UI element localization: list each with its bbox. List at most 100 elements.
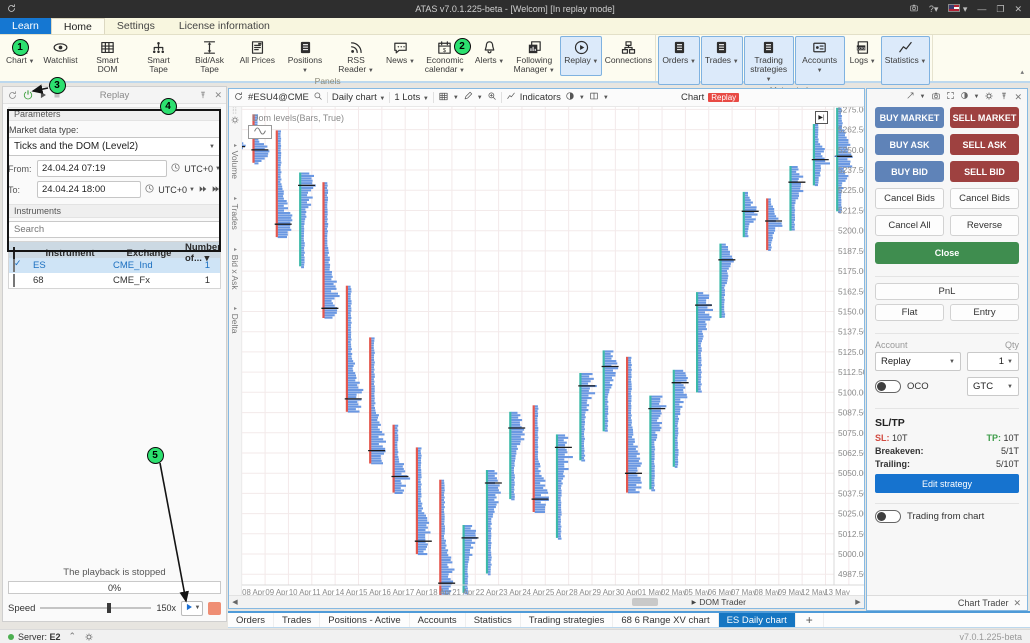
instruments-section-header[interactable]: Instruments [8, 204, 221, 218]
indicator-icon-box[interactable] [248, 125, 272, 139]
buy-market-button[interactable]: BUY MARKET [875, 107, 944, 128]
gear-icon[interactable] [984, 91, 994, 104]
lots-select[interactable]: 1 Lots ▼ [394, 92, 428, 103]
ribbon-button-replay[interactable]: Replay ▼ [560, 36, 602, 76]
to-datetime-input[interactable]: 24.04.24 18:00 [37, 181, 141, 198]
add-tab-button[interactable]: + [796, 613, 824, 627]
close-tab-icon[interactable]: ✕ [1013, 598, 1021, 609]
scroll-left-icon[interactable]: ◀ [229, 598, 241, 606]
sell-ask-button[interactable]: SELL ASK [950, 134, 1019, 155]
from-datetime-input[interactable]: 24.04.24 07:19 [37, 160, 167, 177]
timeframe-select[interactable]: Daily chart ▼ [332, 92, 385, 103]
ribbon-collapse-icon[interactable]: ▴ [1020, 68, 1024, 76]
tab-trades[interactable]: Trades [274, 613, 320, 627]
close-button[interactable]: ✕ [1014, 4, 1022, 15]
tab-positions-active[interactable]: Positions - Active [320, 613, 409, 627]
column-header-instrument[interactable]: Instrument [27, 248, 113, 259]
speed-slider-thumb[interactable] [107, 603, 111, 613]
buy-ask-button[interactable]: BUY ASK [875, 134, 944, 155]
scroll-right-icon[interactable]: ▶ [852, 598, 864, 606]
to-timezone-select[interactable]: UTC+0▼ [158, 185, 195, 195]
collapsed-panel-bid-x-ask[interactable]: Bid x Ask [230, 246, 240, 290]
tab-trading-strategies[interactable]: Trading strategies [521, 613, 614, 627]
pin-icon[interactable] [999, 91, 1009, 104]
scrollbar-thumb[interactable] [632, 598, 658, 606]
buy-bid-button[interactable]: BUY BID [875, 161, 944, 182]
zoom-icon[interactable] [487, 91, 497, 104]
sell-bid-button[interactable]: SELL BID [950, 161, 1019, 182]
account-select[interactable]: Replay▼ [875, 352, 961, 371]
ribbon-button-accounts[interactable]: Accounts ▼ [795, 36, 845, 85]
go-to-latest-icon[interactable]: ▶| [815, 111, 828, 124]
pin-icon[interactable] [198, 90, 208, 101]
expand-icon[interactable] [946, 91, 955, 103]
language-flag-icon[interactable]: ▾ [948, 4, 967, 15]
search-input[interactable] [9, 222, 220, 237]
qty-select[interactable]: 1▼ [967, 352, 1019, 371]
resize-icon[interactable] [906, 91, 915, 103]
cancel-bids-button-2[interactable]: Cancel Bids [950, 188, 1019, 209]
drawing-tools-icon[interactable] [463, 91, 473, 104]
flat-button[interactable]: Flat [875, 304, 944, 321]
table-row[interactable]: 68CME_Fx1 [9, 273, 220, 288]
ribbon-button-watchlist[interactable]: Watchlist [39, 36, 81, 76]
ribbon-button-trading-strategies[interactable]: Trading strategies ▼ [744, 36, 794, 85]
indicators-button[interactable]: Indicators [520, 92, 561, 103]
tab-accounts[interactable]: Accounts [410, 613, 466, 627]
layout-icon[interactable] [589, 91, 599, 104]
tab-orders[interactable]: Orders [228, 613, 274, 627]
entry-button[interactable]: Entry [950, 304, 1019, 321]
theme-icon[interactable] [565, 91, 575, 104]
camera-icon[interactable] [931, 91, 941, 104]
close-position-button[interactable]: Close [875, 242, 1019, 264]
start-playback-button[interactable]: ▼ [181, 601, 203, 616]
clock-icon[interactable] [170, 162, 181, 175]
templates-icon[interactable] [438, 91, 449, 105]
speed-slider[interactable] [40, 607, 151, 609]
stop-playback-button[interactable] [208, 602, 221, 615]
market-data-type-select[interactable]: Ticks and the DOM (Level2) ▼ [8, 137, 221, 156]
price-chart[interactable]: 5275.005262.505250.005237.505225.005212.… [242, 107, 864, 595]
collapse-icon[interactable]: ⌃ [69, 631, 77, 642]
row-checkbox[interactable] [9, 275, 27, 286]
reverse-button[interactable]: Reverse [950, 215, 1019, 236]
scrollbar-track[interactable] [241, 596, 852, 608]
close-panel-icon[interactable]: ✕ [214, 90, 222, 101]
from-timezone-select[interactable]: UTC+0▼ [184, 164, 221, 174]
collapsed-panel-trades[interactable]: Trades [230, 195, 240, 230]
theme-circle-icon[interactable] [960, 91, 969, 103]
ribbon-button-all-prices[interactable]: All Prices [236, 36, 279, 76]
tab-statistics[interactable]: Statistics [466, 613, 521, 627]
ribbon-tab-home[interactable]: Home [51, 18, 105, 34]
skip-to-end-icon[interactable] [211, 184, 221, 196]
ribbon-button-logs[interactable]: LOGLogs ▼ [846, 36, 880, 85]
oco-toggle[interactable] [875, 380, 901, 393]
gear-icon[interactable] [84, 632, 94, 642]
ribbon-tab-learn[interactable]: Learn [0, 18, 51, 34]
collapsed-panel-delta[interactable]: Delta [230, 305, 240, 334]
close-panel-icon[interactable]: ✕ [1014, 92, 1022, 103]
ribbon-button-smart-dom[interactable]: Smart DOM [83, 36, 133, 76]
ribbon-button-trades[interactable]: Trades ▼ [701, 36, 743, 85]
chart-plot-area[interactable]: 5275.005262.505250.005237.505225.005212.… [242, 107, 864, 595]
ribbon-button-smart-tape[interactable]: Smart Tape [134, 36, 184, 76]
cancel-bids-button[interactable]: Cancel Bids [875, 188, 944, 209]
fast-forward-icon[interactable] [198, 184, 208, 196]
ribbon-button-statistics[interactable]: Statistics ▼ [881, 36, 931, 85]
ribbon-tab-settings[interactable]: Settings [105, 18, 167, 34]
cancel-all-button[interactable]: Cancel All [875, 215, 944, 236]
collapsed-panel-volume[interactable]: Volume [230, 142, 240, 179]
sell-market-button[interactable]: SELL MARKET [950, 107, 1019, 128]
symbol-label[interactable]: #ESU4@CME [248, 92, 309, 103]
parameters-section-header[interactable]: Parameters [8, 107, 221, 121]
search-icon[interactable] [313, 91, 323, 104]
restore-button[interactable]: ❐ [996, 4, 1004, 15]
trading-from-chart-toggle[interactable] [875, 510, 901, 523]
pnl-button[interactable]: PnL [875, 283, 1019, 300]
edit-strategy-button[interactable]: Edit strategy [875, 474, 1019, 493]
screenshot-icon[interactable] [909, 3, 919, 15]
ribbon-button-connections[interactable]: Connections [603, 36, 653, 76]
select-all-checkbox[interactable] [9, 248, 27, 259]
help-icon[interactable]: ?▾ [929, 4, 939, 15]
ribbon-button-alerts[interactable]: Alerts ▼ [471, 36, 508, 76]
